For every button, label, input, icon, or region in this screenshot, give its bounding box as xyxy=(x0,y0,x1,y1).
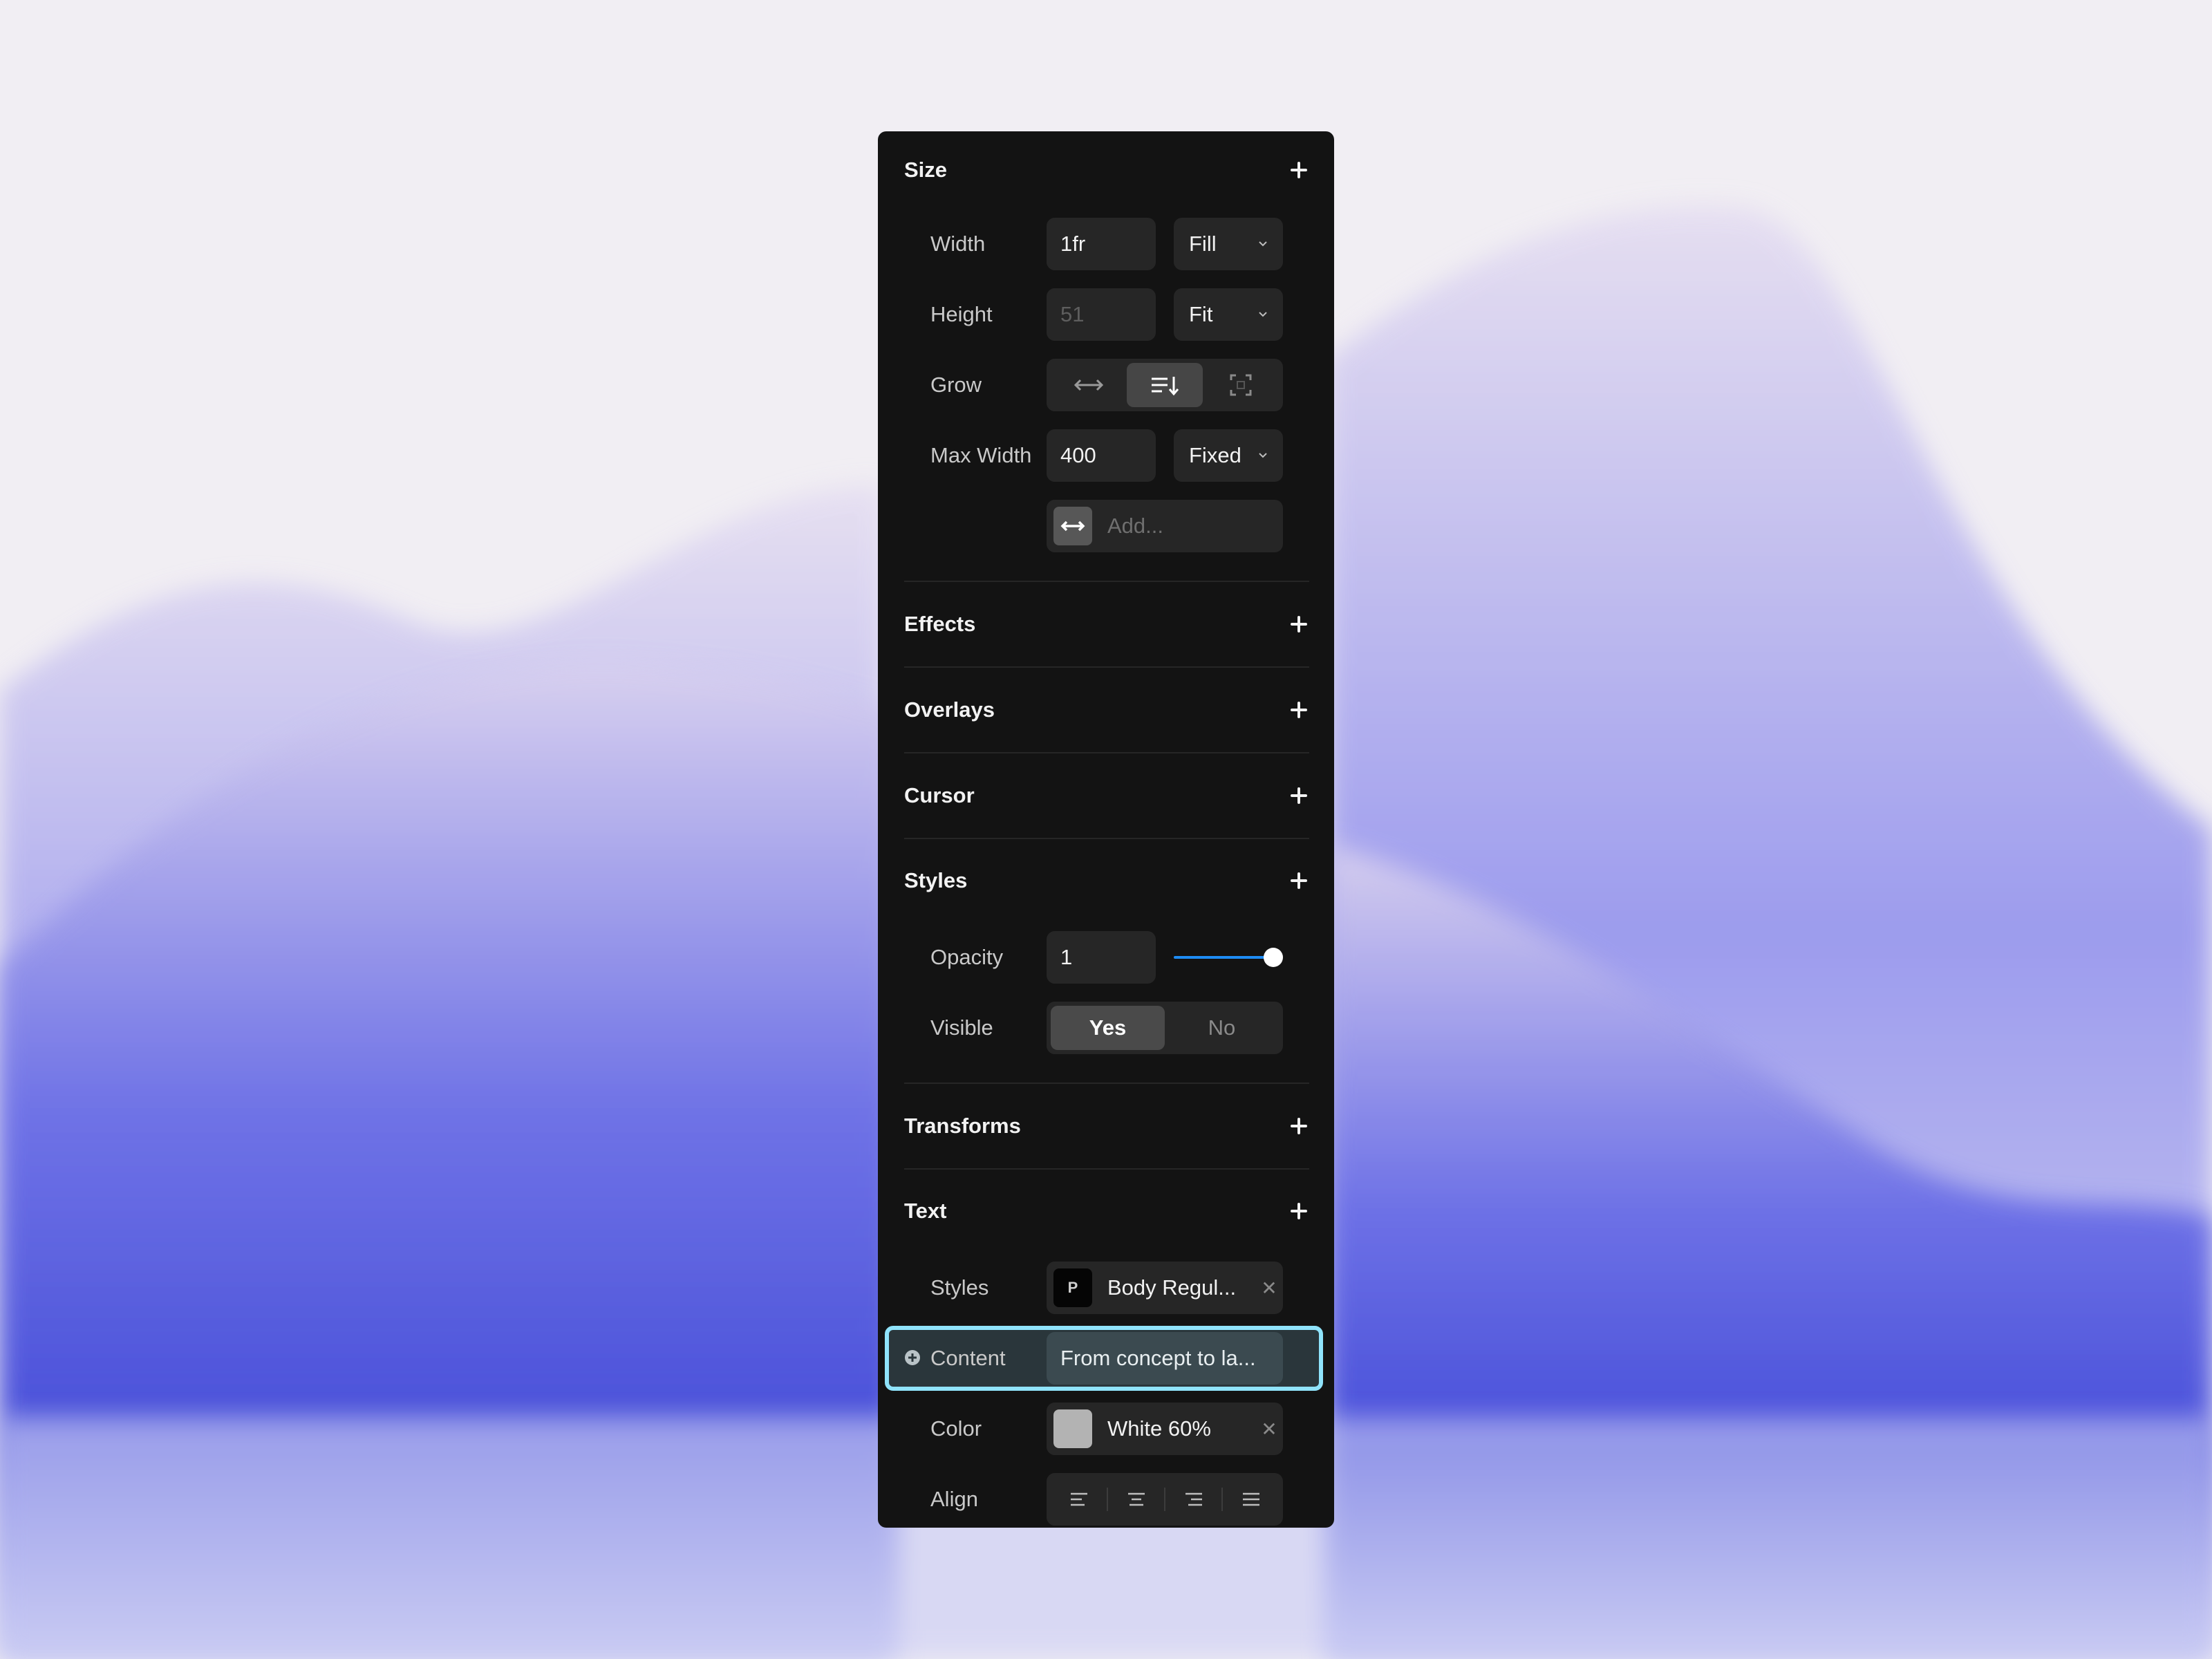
visible-yes-option[interactable]: Yes xyxy=(1051,1006,1165,1050)
content-row[interactable]: Content From concept to la... xyxy=(885,1323,1323,1394)
slider-track xyxy=(1174,956,1276,959)
section-title: Transforms xyxy=(904,1114,1021,1138)
section-title: Overlays xyxy=(904,697,995,722)
chevron-down-icon xyxy=(1259,453,1267,458)
visible-row: Visible Yes No xyxy=(904,993,1309,1063)
opacity-input[interactable]: 1 xyxy=(1047,931,1156,984)
opacity-label: Opacity xyxy=(930,945,1004,969)
grow-horizontal-option[interactable] xyxy=(1051,363,1127,407)
align-right-option[interactable] xyxy=(1165,1477,1221,1521)
align-left-option[interactable] xyxy=(1051,1477,1107,1521)
section-transforms-header[interactable]: Transforms xyxy=(904,1084,1309,1168)
section-title: Text xyxy=(904,1199,947,1223)
color-swatch[interactable] xyxy=(1053,1409,1092,1448)
section-overlays-header[interactable]: Overlays xyxy=(904,668,1309,752)
section-title: Effects xyxy=(904,612,976,636)
close-icon[interactable]: ✕ xyxy=(1255,1277,1283,1300)
color-label: Color xyxy=(930,1416,982,1441)
section-text-header: Text xyxy=(904,1170,1309,1253)
section-styles-header: Styles xyxy=(904,839,1309,922)
height-input[interactable]: 51 xyxy=(1047,288,1156,341)
add-styles-plus-icon[interactable] xyxy=(1288,870,1309,891)
height-mode-select[interactable]: Fit xyxy=(1174,288,1283,341)
text-styles-row: Styles P Body Regul... ✕ xyxy=(904,1253,1309,1323)
add-overlays-plus-icon[interactable] xyxy=(1288,700,1309,720)
align-center-icon xyxy=(1127,1492,1145,1506)
wrap-text-icon xyxy=(1152,377,1179,396)
width-row: Width 1fr Fill xyxy=(904,209,1309,279)
color-row: Color White 60% ✕ xyxy=(904,1394,1309,1464)
width-mode-value: Fill xyxy=(1189,232,1217,256)
horizontal-arrows-icon xyxy=(1074,379,1104,391)
section-title: Styles xyxy=(904,868,968,892)
visible-toggle: Yes No xyxy=(1047,1002,1283,1054)
align-center-option[interactable] xyxy=(1108,1477,1164,1521)
max-width-mode-select[interactable]: Fixed xyxy=(1174,429,1283,482)
grow-wrap-option[interactable] xyxy=(1127,363,1203,407)
add-text-plus-icon[interactable] xyxy=(1288,1201,1309,1221)
section-size-header: Size xyxy=(904,131,1309,209)
width-label: Width xyxy=(930,232,986,256)
max-width-input[interactable]: 400 xyxy=(1047,429,1156,482)
section-effects-header[interactable]: Effects xyxy=(904,582,1309,666)
horizontal-arrows-icon xyxy=(1060,521,1085,532)
grow-label: Grow xyxy=(930,373,982,397)
align-left-icon xyxy=(1070,1492,1087,1506)
align-label: Align xyxy=(930,1487,978,1511)
color-value: White 60% xyxy=(1107,1416,1211,1441)
height-label: Height xyxy=(930,302,993,326)
section-title: Size xyxy=(904,158,948,182)
visible-no-option[interactable]: No xyxy=(1165,1006,1279,1050)
add-constraint-row: Add... xyxy=(904,491,1309,561)
max-width-mode-value: Fixed xyxy=(1189,443,1241,467)
visible-label: Visible xyxy=(930,1015,993,1040)
content-input[interactable]: From concept to la... xyxy=(1047,1332,1283,1385)
chevron-down-icon xyxy=(1259,241,1267,247)
section-cursor-header[interactable]: Cursor xyxy=(904,753,1309,838)
align-justify-icon xyxy=(1242,1492,1259,1506)
align-justify-option[interactable] xyxy=(1223,1477,1279,1521)
add-cursor-plus-icon[interactable] xyxy=(1288,785,1309,806)
height-row: Height 51 Fit xyxy=(904,279,1309,350)
grow-corners-option[interactable] xyxy=(1203,363,1279,407)
text-styles-label: Styles xyxy=(930,1275,989,1300)
add-constraint-field[interactable]: Add... xyxy=(1047,500,1283,552)
add-placeholder: Add... xyxy=(1107,514,1163,538)
text-style-field[interactable]: P Body Regul... ✕ xyxy=(1047,1262,1283,1314)
align-segmented-control xyxy=(1047,1473,1283,1526)
max-width-label: Max Width xyxy=(930,443,1032,467)
width-mode-select[interactable]: Fill xyxy=(1174,218,1283,270)
paragraph-style-chip: P xyxy=(1053,1268,1092,1307)
section-title: Cursor xyxy=(904,783,975,807)
add-effects-plus-icon[interactable] xyxy=(1288,614,1309,635)
align-right-icon xyxy=(1185,1492,1202,1506)
close-icon[interactable]: ✕ xyxy=(1255,1418,1283,1441)
slider-thumb[interactable] xyxy=(1264,948,1283,967)
grow-row: Grow xyxy=(904,350,1309,420)
opacity-slider[interactable] xyxy=(1174,944,1283,971)
text-style-value: Body Regul... xyxy=(1107,1275,1237,1300)
width-input[interactable]: 1fr xyxy=(1047,218,1156,270)
max-width-row: Max Width 400 Fixed xyxy=(904,420,1309,491)
constraint-chip xyxy=(1053,507,1092,545)
chevron-down-icon xyxy=(1259,312,1267,317)
add-size-plus-icon[interactable] xyxy=(1288,160,1309,180)
corners-icon xyxy=(1230,374,1252,396)
properties-panel: Size Width 1fr Fill Height 51 Fit Grow M… xyxy=(878,131,1334,1528)
height-mode-value: Fit xyxy=(1189,302,1213,326)
opacity-row: Opacity 1 xyxy=(904,922,1309,993)
align-row: Align xyxy=(904,1464,1309,1535)
grow-segmented-control xyxy=(1047,359,1283,411)
color-field[interactable]: White 60% ✕ xyxy=(1047,1403,1283,1455)
content-label: Content xyxy=(930,1346,1006,1370)
add-transforms-plus-icon[interactable] xyxy=(1288,1116,1309,1136)
